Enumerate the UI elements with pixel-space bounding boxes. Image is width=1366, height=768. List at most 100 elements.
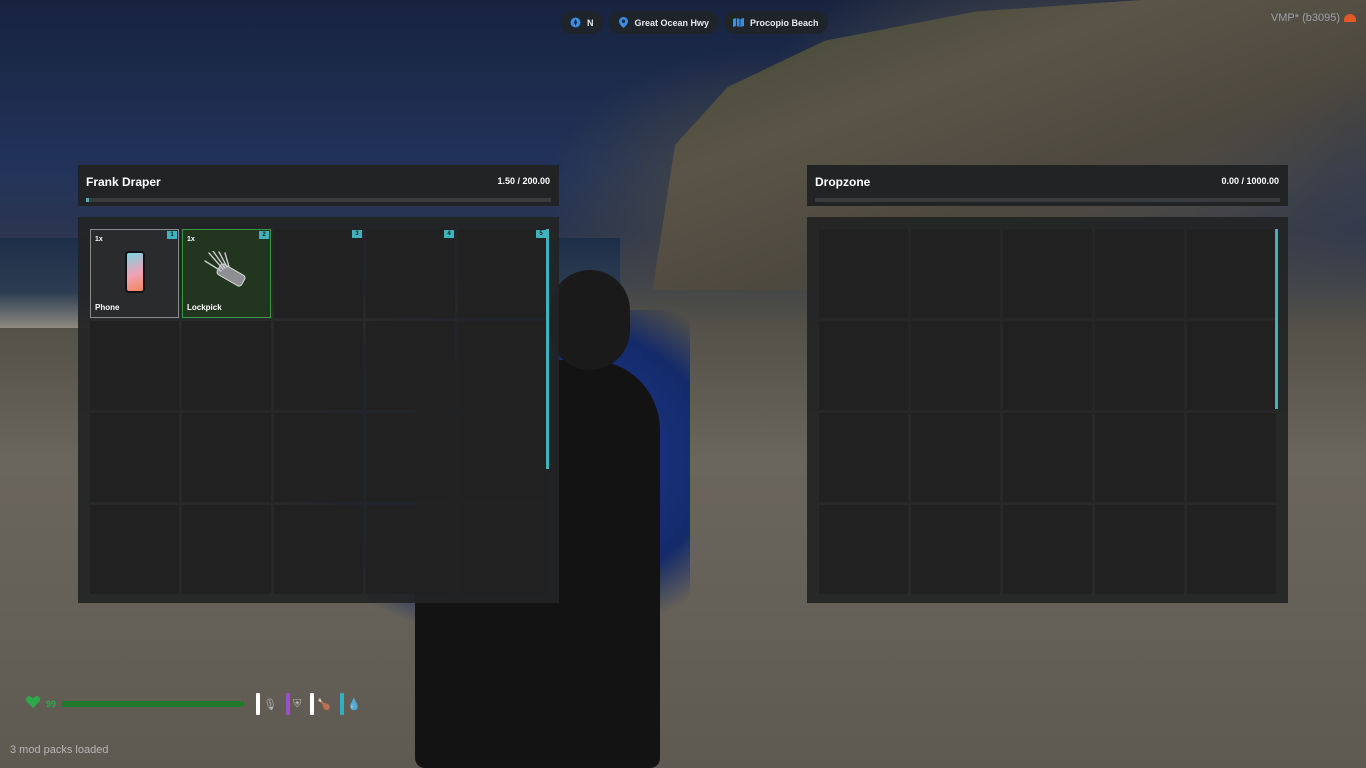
street-label: Great Ocean Hwy bbox=[634, 17, 710, 28]
dropzone-body bbox=[807, 217, 1288, 603]
player-inventory-slot[interactable] bbox=[182, 321, 271, 410]
fivem-logo-icon bbox=[1344, 14, 1356, 22]
player-inventory-slot[interactable] bbox=[458, 413, 547, 502]
dropzone-slot[interactable] bbox=[911, 321, 1000, 410]
zone-label: Procopio Beach bbox=[750, 17, 819, 28]
thirst-icon: 💧 bbox=[347, 697, 361, 711]
zone-pill: Procopio Beach bbox=[724, 11, 828, 34]
player-weight: 1.50 / 200.00 bbox=[497, 176, 550, 186]
slot-number: 3 bbox=[352, 230, 362, 238]
player-inventory-body: 1 1x Phone 2 1x Lockpick 3 4 5 bbox=[78, 217, 559, 603]
player-inventory-slot[interactable] bbox=[274, 321, 363, 410]
dropzone-slot[interactable] bbox=[1003, 321, 1092, 410]
player-inventory-slot[interactable]: 3 bbox=[274, 229, 363, 318]
dropzone-panel: Dropzone 0.00 / 1000.00 bbox=[807, 165, 1288, 603]
dropzone-slot[interactable] bbox=[1003, 229, 1092, 318]
player-inventory-header: Frank Draper 1.50 / 200.00 bbox=[78, 165, 559, 206]
health-value: 99 bbox=[46, 699, 57, 709]
hud-stat: 💧 bbox=[340, 693, 361, 715]
dropzone-slot[interactable] bbox=[819, 505, 908, 594]
dropzone-slot[interactable] bbox=[1095, 229, 1184, 318]
character-head bbox=[550, 270, 630, 370]
player-inventory-slot[interactable] bbox=[90, 505, 179, 594]
player-inventory-slot[interactable] bbox=[366, 413, 455, 502]
dropzone-slot[interactable] bbox=[911, 413, 1000, 502]
hud-status-icons: 🎙 ⛨ 🍗 💧 bbox=[256, 693, 361, 715]
player-inventory-slot[interactable] bbox=[182, 413, 271, 502]
dropzone-slot[interactable] bbox=[1003, 505, 1092, 594]
dropzone-slot[interactable] bbox=[1187, 413, 1276, 502]
dropzone-slot[interactable] bbox=[911, 229, 1000, 318]
direction-pill: N bbox=[561, 11, 603, 34]
phone-image bbox=[124, 250, 145, 293]
player-inventory-slot[interactable] bbox=[458, 505, 547, 594]
item-label: Lockpick bbox=[187, 303, 222, 312]
compass-icon bbox=[570, 17, 581, 28]
player-weight-bar bbox=[86, 198, 551, 202]
dropzone-scrollbar[interactable] bbox=[1275, 229, 1278, 409]
dropzone-grid bbox=[819, 229, 1276, 594]
player-inventory-slot[interactable] bbox=[458, 321, 547, 410]
player-inventory-slot[interactable]: 5 bbox=[458, 229, 547, 318]
hunger-icon: 🍗 bbox=[317, 697, 332, 711]
player-inventory-slot[interactable]: 1 1x Phone bbox=[90, 229, 179, 318]
player-inventory-slot[interactable]: 4 bbox=[366, 229, 455, 318]
modpacks-status: 3 mod packs loaded bbox=[10, 744, 109, 756]
dropzone-slot[interactable] bbox=[1095, 321, 1184, 410]
build-watermark: VMP* (b3095) bbox=[1271, 12, 1356, 24]
player-inventory-slot[interactable] bbox=[366, 321, 455, 410]
location-pin-icon bbox=[618, 17, 629, 28]
slot-number: 1 bbox=[167, 231, 177, 239]
dropzone-slot[interactable] bbox=[1187, 321, 1276, 410]
heart-icon bbox=[26, 695, 40, 713]
dropzone-slot[interactable] bbox=[1003, 413, 1092, 502]
microphone-icon: 🎙 bbox=[263, 697, 278, 711]
lockpick-image bbox=[203, 250, 246, 287]
direction-label: N bbox=[587, 17, 594, 28]
player-inventory-slot[interactable] bbox=[274, 505, 363, 594]
dropzone-slot[interactable] bbox=[1187, 505, 1276, 594]
location-bar: N Great Ocean Hwy Procopio Beach bbox=[561, 11, 828, 34]
dropzone-name: Dropzone bbox=[815, 175, 871, 189]
player-inventory-panel: Frank Draper 1.50 / 200.00 1 1x Phone 2 1x Lo… bbox=[78, 165, 559, 603]
player-inventory-slot[interactable] bbox=[182, 505, 271, 594]
phone-icon bbox=[91, 244, 178, 299]
stat-bar bbox=[310, 693, 315, 715]
dropzone-slot[interactable] bbox=[911, 505, 1000, 594]
watermark-text: VMP* (b3095) bbox=[1270, 12, 1340, 24]
player-inventory-slot[interactable]: 2 1x Lockpick bbox=[182, 229, 271, 318]
status-hud: 99 🎙 ⛨ 🍗 💧 bbox=[26, 693, 361, 715]
stat-bar bbox=[286, 693, 291, 715]
dropzone-slot[interactable] bbox=[1187, 229, 1276, 318]
hud-stat: 🎙 bbox=[256, 693, 277, 715]
player-name: Frank Draper bbox=[86, 175, 161, 189]
slot-number: 5 bbox=[536, 230, 546, 238]
item-quantity: 1x bbox=[187, 236, 195, 243]
item-quantity: 1x bbox=[95, 236, 103, 243]
hud-stat: 🍗 bbox=[310, 693, 331, 715]
slot-number: 2 bbox=[259, 231, 269, 239]
dropzone-slot[interactable] bbox=[1095, 413, 1184, 502]
dropzone-slot[interactable] bbox=[819, 229, 908, 318]
player-inventory-grid: 1 1x Phone 2 1x Lockpick 3 4 5 bbox=[90, 229, 547, 594]
stat-bar bbox=[340, 693, 345, 715]
hud-stat: ⛨ bbox=[286, 693, 301, 715]
player-inventory-slot[interactable] bbox=[90, 321, 179, 410]
player-inventory-scrollbar[interactable] bbox=[546, 229, 549, 469]
lockpick-icon bbox=[183, 244, 270, 299]
player-inventory-slot[interactable] bbox=[90, 413, 179, 502]
dropzone-header: Dropzone 0.00 / 1000.00 bbox=[807, 165, 1288, 206]
player-weight-fill bbox=[86, 198, 90, 202]
dropzone-slot[interactable] bbox=[819, 321, 908, 410]
player-inventory-slot[interactable] bbox=[366, 505, 455, 594]
armor-icon: ⛨ bbox=[293, 697, 302, 710]
phone-screen bbox=[126, 252, 143, 291]
player-inventory-slot[interactable] bbox=[274, 413, 363, 502]
stat-bar bbox=[256, 693, 261, 715]
dropzone-slot[interactable] bbox=[819, 413, 908, 502]
dropzone-weight: 0.00 / 1000.00 bbox=[1221, 176, 1279, 186]
health-bar bbox=[62, 701, 245, 707]
slot-number: 4 bbox=[444, 230, 454, 238]
dropzone-slot[interactable] bbox=[1095, 505, 1184, 594]
dropzone-weight-bar bbox=[815, 198, 1280, 202]
